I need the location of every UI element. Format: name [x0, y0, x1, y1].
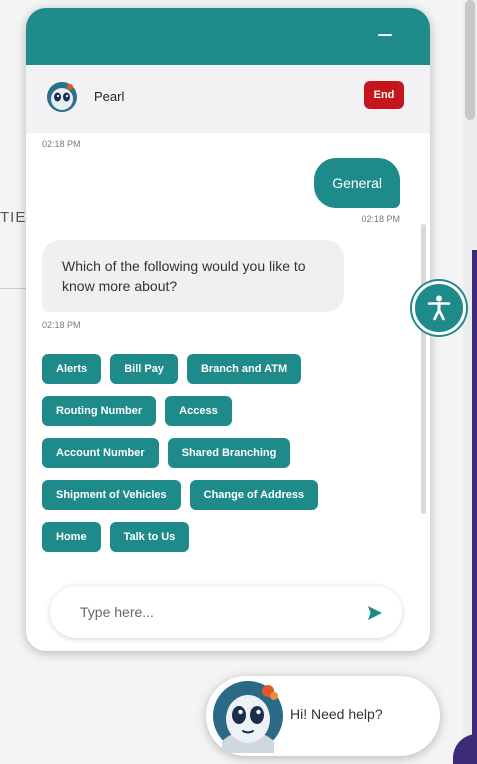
quick-reply-options: Alerts Bill Pay Branch and ATM Routing N… — [42, 354, 392, 564]
option-alerts[interactable]: Alerts — [42, 354, 102, 384]
agent-header: Pearl End — [26, 65, 430, 133]
message-timestamp: 02:18 PM — [42, 320, 81, 330]
option-routing-number[interactable]: Routing Number — [42, 396, 157, 426]
minimize-icon[interactable] — [378, 34, 392, 36]
option-change-of-address[interactable]: Change of Address — [189, 480, 319, 510]
message-timestamp: 02:18 PM — [42, 139, 81, 149]
option-row: Routing Number Access — [42, 396, 392, 426]
chat-topbar — [26, 8, 430, 65]
chat-window: Pearl End 02:18 PM General 02:18 PM Whic… — [26, 8, 430, 651]
option-bill-pay[interactable]: Bill Pay — [110, 354, 178, 384]
chat-scrollbar[interactable] — [421, 224, 426, 514]
option-shipment-of-vehicles[interactable]: Shipment of Vehicles — [42, 480, 181, 510]
send-icon[interactable] — [366, 604, 384, 622]
accent-corner — [453, 734, 477, 764]
option-row: Alerts Bill Pay Branch and ATM — [42, 354, 392, 384]
message-composer — [50, 586, 402, 638]
message-input[interactable] — [80, 600, 340, 624]
page-scrollbar-thumb[interactable] — [465, 0, 475, 120]
accessibility-button[interactable] — [412, 281, 466, 335]
user-message-bubble: General — [314, 158, 400, 208]
help-launcher-text: Hi! Need help? — [290, 706, 383, 722]
option-talk-to-us[interactable]: Talk to Us — [109, 522, 190, 552]
message-timestamp: 02:18 PM — [361, 214, 400, 224]
option-shared-branching[interactable]: Shared Branching — [167, 438, 291, 468]
option-access[interactable]: Access — [165, 396, 232, 426]
help-launcher[interactable]: Hi! Need help? — [206, 676, 440, 756]
bot-message-bubble: Which of the following would you like to… — [42, 240, 344, 312]
agent-name: Pearl — [94, 89, 125, 104]
accessibility-icon — [427, 295, 451, 321]
option-branch-and-atm[interactable]: Branch and ATM — [186, 354, 302, 384]
option-row: Shipment of Vehicles Change of Address — [42, 480, 392, 510]
backdrop-text: TIE — [0, 209, 27, 226]
pearl-avatar-icon — [213, 681, 283, 753]
agent-avatar — [47, 82, 77, 112]
option-home[interactable]: Home — [42, 522, 101, 552]
option-row: Home Talk to Us — [42, 522, 392, 552]
option-row: Account Number Shared Branching — [42, 438, 392, 468]
end-chat-button[interactable]: End — [364, 81, 404, 109]
accent-edge — [472, 250, 477, 764]
option-account-number[interactable]: Account Number — [42, 438, 159, 468]
